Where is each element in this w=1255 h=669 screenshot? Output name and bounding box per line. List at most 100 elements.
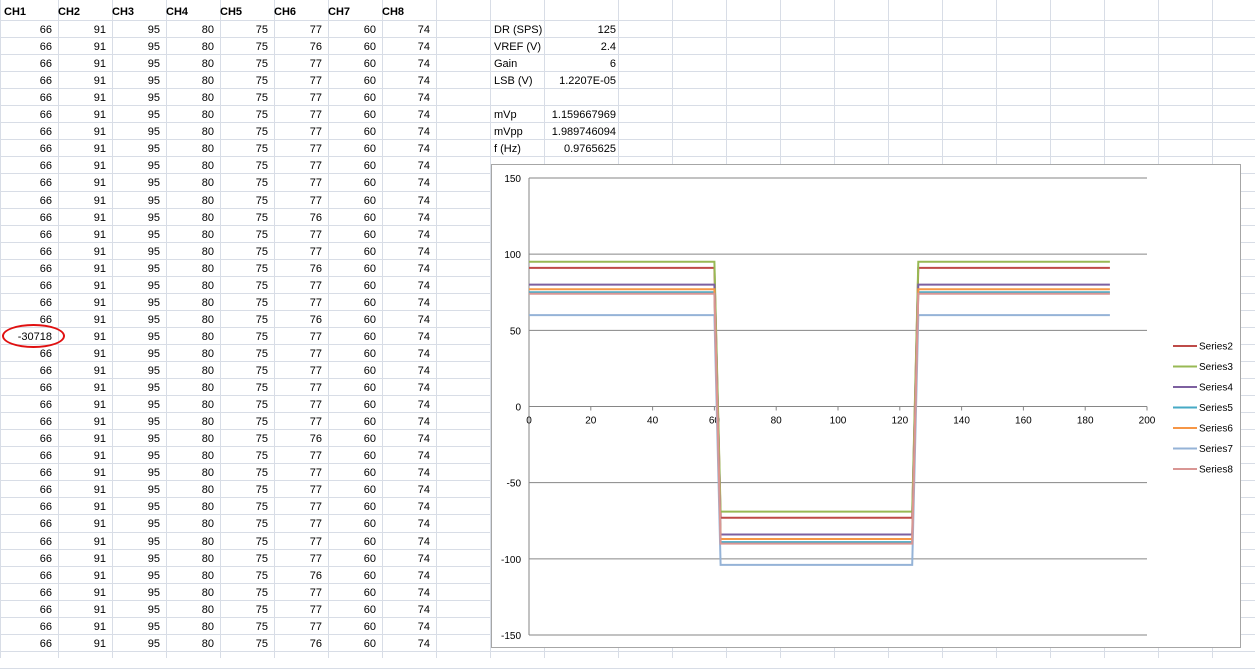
table-cell[interactable]: 66 bbox=[0, 210, 52, 227]
table-cell[interactable]: 75 bbox=[216, 90, 268, 107]
table-cell[interactable]: 80 bbox=[162, 346, 214, 363]
table-cell[interactable]: 80 bbox=[162, 56, 214, 73]
table-cell[interactable]: 75 bbox=[216, 56, 268, 73]
table-cell[interactable]: 75 bbox=[216, 295, 268, 312]
table-cell[interactable]: 74 bbox=[378, 329, 430, 346]
table-cell[interactable]: 74 bbox=[378, 261, 430, 278]
table-cell[interactable]: 77 bbox=[270, 329, 322, 346]
table-cell[interactable]: 80 bbox=[162, 227, 214, 244]
table-cell[interactable]: 76 bbox=[270, 312, 322, 329]
table-cell[interactable]: 80 bbox=[162, 175, 214, 192]
table-cell[interactable]: 75 bbox=[216, 363, 268, 380]
table-cell[interactable]: 66 bbox=[0, 602, 52, 619]
table-cell[interactable]: 91 bbox=[54, 193, 106, 210]
table-cell[interactable]: 66 bbox=[0, 499, 52, 516]
table-cell[interactable]: 77 bbox=[270, 448, 322, 465]
table-cell[interactable]: 91 bbox=[54, 380, 106, 397]
table-cell[interactable]: 66 bbox=[0, 551, 52, 568]
table-cell[interactable]: 66 bbox=[0, 516, 52, 533]
table-cell[interactable]: 75 bbox=[216, 397, 268, 414]
table-cell[interactable]: 75 bbox=[216, 602, 268, 619]
table-cell[interactable]: 95 bbox=[108, 73, 160, 90]
table-cell[interactable]: 95 bbox=[108, 124, 160, 141]
table-cell[interactable]: 77 bbox=[270, 534, 322, 551]
table-cell[interactable]: 95 bbox=[108, 227, 160, 244]
table-cell[interactable]: 74 bbox=[378, 175, 430, 192]
table-cell[interactable]: 77 bbox=[270, 380, 322, 397]
table-cell[interactable]: 77 bbox=[270, 585, 322, 602]
table-cell[interactable]: 80 bbox=[162, 107, 214, 124]
table-cell[interactable]: 91 bbox=[54, 568, 106, 585]
table-cell[interactable]: 66 bbox=[0, 295, 52, 312]
table-cell[interactable]: 80 bbox=[162, 551, 214, 568]
table-cell[interactable]: 75 bbox=[216, 107, 268, 124]
table-cell[interactable]: 76 bbox=[270, 210, 322, 227]
table-cell[interactable]: 95 bbox=[108, 619, 160, 636]
table-cell[interactable]: 91 bbox=[54, 210, 106, 227]
column-header[interactable]: CH8 bbox=[378, 4, 436, 20]
table-cell[interactable]: 91 bbox=[54, 636, 106, 653]
param-label[interactable]: LSB (V) bbox=[494, 73, 554, 90]
column-header[interactable]: CH3 bbox=[108, 4, 166, 20]
table-cell[interactable]: 74 bbox=[378, 516, 430, 533]
table-cell[interactable]: 60 bbox=[324, 448, 376, 465]
table-cell[interactable]: 74 bbox=[378, 534, 430, 551]
table-cell[interactable]: 60 bbox=[324, 227, 376, 244]
table-cell[interactable]: 80 bbox=[162, 619, 214, 636]
table-cell[interactable]: 80 bbox=[162, 431, 214, 448]
table-cell[interactable]: 66 bbox=[0, 636, 52, 653]
table-cell[interactable]: 60 bbox=[324, 124, 376, 141]
table-cell[interactable]: 77 bbox=[270, 551, 322, 568]
table-cell[interactable]: 80 bbox=[162, 397, 214, 414]
table-cell[interactable]: 80 bbox=[162, 141, 214, 158]
column-header[interactable]: CH5 bbox=[216, 4, 274, 20]
table-cell[interactable]: 95 bbox=[108, 312, 160, 329]
table-cell[interactable]: 60 bbox=[324, 585, 376, 602]
table-cell[interactable]: 66 bbox=[0, 124, 52, 141]
table-cell[interactable]: 80 bbox=[162, 22, 214, 39]
table-cell[interactable]: 74 bbox=[378, 482, 430, 499]
table-cell[interactable]: 60 bbox=[324, 158, 376, 175]
table-cell[interactable]: 60 bbox=[324, 568, 376, 585]
table-cell[interactable]: 74 bbox=[378, 619, 430, 636]
table-cell[interactable]: 74 bbox=[378, 585, 430, 602]
param-value[interactable]: 0.9765625 bbox=[546, 141, 616, 158]
table-cell[interactable]: 80 bbox=[162, 636, 214, 653]
table-cell[interactable]: 95 bbox=[108, 397, 160, 414]
table-cell[interactable]: 80 bbox=[162, 244, 214, 261]
table-cell[interactable]: 66 bbox=[0, 141, 52, 158]
table-cell[interactable]: -30718 bbox=[0, 329, 52, 346]
table-cell[interactable]: 66 bbox=[0, 534, 52, 551]
table-cell[interactable]: 74 bbox=[378, 56, 430, 73]
table-cell[interactable]: 91 bbox=[54, 312, 106, 329]
table-cell[interactable]: 74 bbox=[378, 465, 430, 482]
table-cell[interactable]: 76 bbox=[270, 431, 322, 448]
table-cell[interactable]: 80 bbox=[162, 278, 214, 295]
table-cell[interactable]: 91 bbox=[54, 585, 106, 602]
table-cell[interactable]: 77 bbox=[270, 158, 322, 175]
table-cell[interactable]: 77 bbox=[270, 124, 322, 141]
table-cell[interactable]: 80 bbox=[162, 39, 214, 56]
table-cell[interactable]: 75 bbox=[216, 73, 268, 90]
table-cell[interactable]: 95 bbox=[108, 431, 160, 448]
table-cell[interactable]: 60 bbox=[324, 56, 376, 73]
table-cell[interactable]: 91 bbox=[54, 534, 106, 551]
table-cell[interactable]: 95 bbox=[108, 516, 160, 533]
param-value[interactable]: 6 bbox=[546, 56, 616, 73]
table-cell[interactable]: 95 bbox=[108, 482, 160, 499]
param-value[interactable]: 2.4 bbox=[546, 39, 616, 56]
table-cell[interactable]: 95 bbox=[108, 568, 160, 585]
table-cell[interactable]: 80 bbox=[162, 448, 214, 465]
table-cell[interactable]: 95 bbox=[108, 261, 160, 278]
table-cell[interactable]: 74 bbox=[378, 636, 430, 653]
table-cell[interactable]: 74 bbox=[378, 568, 430, 585]
table-cell[interactable]: 95 bbox=[108, 107, 160, 124]
column-header[interactable]: CH2 bbox=[54, 4, 112, 20]
table-cell[interactable]: 60 bbox=[324, 551, 376, 568]
table-cell[interactable]: 91 bbox=[54, 39, 106, 56]
table-cell[interactable]: 80 bbox=[162, 210, 214, 227]
column-header[interactable]: CH6 bbox=[270, 4, 328, 20]
table-cell[interactable]: 91 bbox=[54, 22, 106, 39]
table-cell[interactable]: 75 bbox=[216, 414, 268, 431]
table-cell[interactable]: 80 bbox=[162, 295, 214, 312]
